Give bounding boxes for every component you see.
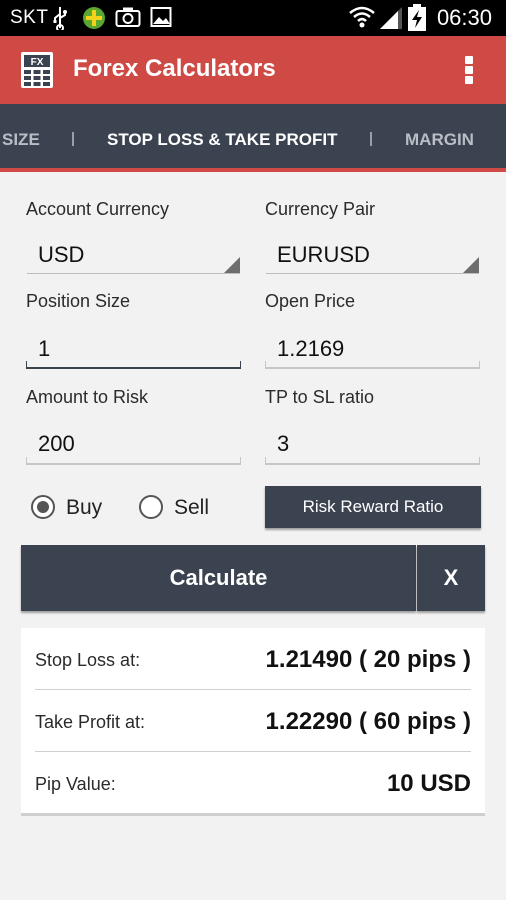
app-title: Forex Calculators bbox=[73, 55, 276, 82]
field-tick bbox=[26, 457, 27, 464]
image-icon bbox=[150, 7, 172, 27]
usb-icon bbox=[53, 7, 67, 30]
open-price-value: 1.2169 bbox=[277, 336, 345, 361]
field-tick bbox=[26, 361, 27, 368]
result-row-stop-loss: Stop Loss at: 1.21490 ( 20 pips ) bbox=[21, 628, 485, 690]
result-value: 1.22290 ( 60 pips ) bbox=[265, 708, 471, 735]
result-value: 10 USD bbox=[386, 770, 471, 797]
tp-sl-ratio-label: TP to SL ratio bbox=[265, 387, 375, 407]
tab-bar-bottom-border bbox=[0, 168, 506, 172]
position-size-value: 1 bbox=[38, 336, 51, 361]
result-label: Take Profit at: bbox=[35, 712, 146, 732]
position-size-label: Position Size bbox=[26, 291, 131, 311]
result-label: Stop Loss at: bbox=[35, 650, 141, 670]
app-bar: FX Forex Calculators bbox=[0, 36, 506, 104]
buy-radio-label[interactable]: Buy bbox=[66, 496, 102, 520]
spinner-underline bbox=[266, 273, 479, 274]
risk-reward-ratio-button[interactable]: Risk Reward Ratio bbox=[265, 486, 481, 528]
signal-icon bbox=[380, 7, 402, 29]
carrier-label: SKT bbox=[10, 7, 49, 28]
svg-text:FX: FX bbox=[31, 57, 44, 68]
camera-icon bbox=[115, 7, 141, 27]
tab-size[interactable]: SIZE bbox=[2, 130, 40, 150]
field-tick bbox=[240, 457, 241, 464]
fx-calculator-logo-icon[interactable]: FX bbox=[20, 51, 54, 89]
field-underline bbox=[26, 367, 241, 369]
battery-charging-icon bbox=[408, 4, 426, 31]
field-tick bbox=[265, 457, 266, 464]
result-label: Pip Value: bbox=[35, 774, 116, 794]
dropdown-arrow-icon bbox=[463, 257, 479, 273]
account-currency-label: Account Currency bbox=[26, 199, 170, 219]
field-underline bbox=[265, 463, 480, 465]
field-tick bbox=[240, 361, 241, 368]
tab-divider bbox=[370, 132, 372, 146]
field-underline bbox=[265, 367, 480, 369]
result-row-take-profit: Take Profit at: 1.22290 ( 60 pips ) bbox=[21, 690, 485, 752]
tp-sl-ratio-value: 3 bbox=[277, 431, 290, 456]
result-value: 1.21490 ( 20 pips ) bbox=[265, 646, 471, 673]
amount-to-risk-label: Amount to Risk bbox=[26, 387, 149, 407]
field-tick bbox=[265, 361, 266, 368]
status-bar: SKT 06:30 bbox=[0, 0, 506, 36]
currency-pair-value: EURUSD bbox=[277, 242, 370, 267]
field-tick bbox=[479, 361, 480, 368]
spinner-underline bbox=[27, 273, 240, 274]
dropdown-arrow-icon bbox=[224, 257, 240, 273]
clear-button[interactable]: X bbox=[417, 545, 485, 611]
field-underline bbox=[26, 463, 241, 465]
account-currency-value: USD bbox=[38, 242, 85, 267]
sell-radio-label[interactable]: Sell bbox=[174, 496, 209, 520]
currency-pair-label: Currency Pair bbox=[265, 199, 376, 219]
tab-margin[interactable]: MARGIN bbox=[405, 130, 474, 150]
calculate-button[interactable]: Calculate bbox=[21, 545, 416, 611]
tab-divider bbox=[72, 132, 74, 146]
amount-to-risk-value: 200 bbox=[38, 431, 75, 456]
field-tick bbox=[479, 457, 480, 464]
sell-radio[interactable] bbox=[139, 495, 163, 519]
app-notification-icon bbox=[83, 7, 105, 29]
tab-stop-loss-take-profit[interactable]: STOP LOSS & TAKE PROFIT bbox=[107, 130, 337, 150]
buy-radio[interactable] bbox=[31, 495, 55, 519]
wifi-icon bbox=[349, 6, 375, 28]
tab-bar: SIZE STOP LOSS & TAKE PROFIT MARGIN bbox=[0, 104, 506, 172]
overflow-menu-icon[interactable] bbox=[455, 52, 483, 88]
clock: 06:30 bbox=[436, 5, 492, 30]
results-card: Stop Loss at: 1.21490 ( 20 pips ) Take P… bbox=[21, 628, 485, 816]
open-price-label: Open Price bbox=[265, 291, 356, 311]
result-row-pip-value: Pip Value: 10 USD bbox=[21, 752, 485, 814]
